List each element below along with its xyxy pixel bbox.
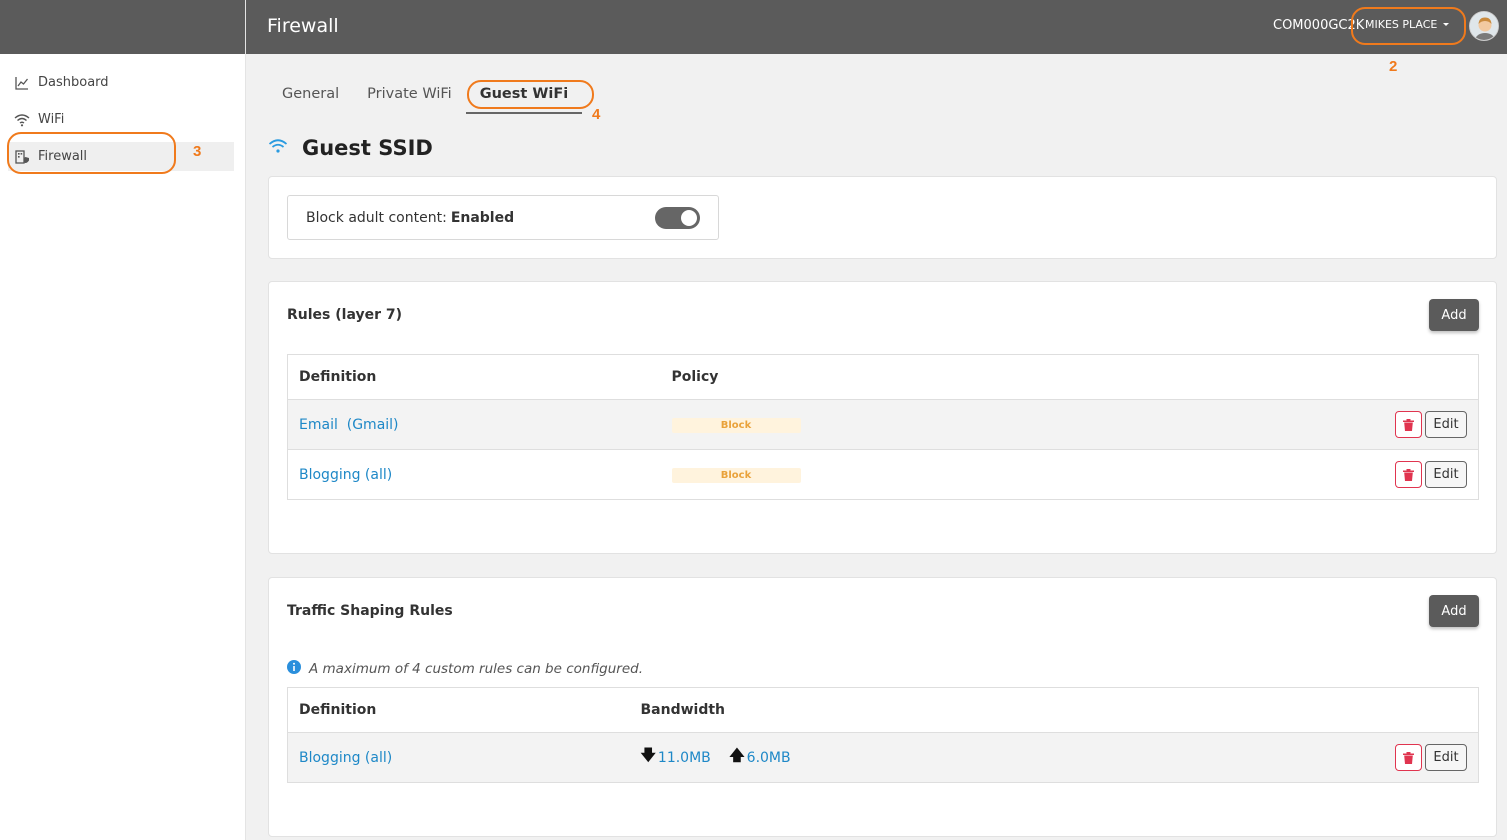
org-code: COM000GC2K	[1273, 18, 1365, 33]
table-row: Email (Gmail) Block Edit	[287, 399, 1479, 450]
user-avatar-icon	[1470, 12, 1498, 40]
account-dropdown[interactable]: MIKES PLACE	[1365, 18, 1450, 31]
table-row: Blogging (all) 🡇 11.0MB 🡅 6.0MB Edit	[287, 732, 1479, 783]
annotation-number: 3	[193, 143, 202, 160]
sidebar-item-dashboard[interactable]: Dashboard	[8, 68, 234, 97]
add-l7-rule-button[interactable]: Add	[1429, 299, 1479, 331]
delete-rule-button[interactable]	[1395, 461, 1422, 488]
delete-rule-button[interactable]	[1395, 411, 1422, 438]
top-header: Firewall COM000GC2K MIKES PLACE	[246, 0, 1507, 54]
row-actions: Edit	[1148, 449, 1479, 500]
sidebar-header	[0, 0, 245, 54]
bandwidth-up-value: 6.0MB	[746, 749, 791, 766]
table-header-row: Definition Bandwidth	[287, 687, 1479, 733]
section-title: Guest SSID	[302, 136, 433, 160]
traffic-shaping-title: Traffic Shaping Rules	[287, 603, 453, 619]
policy-cell: Block	[660, 399, 1149, 450]
bandwidth-down-value: 11.0MB	[657, 749, 711, 766]
adult-content-card: Block adult content: Enabled	[268, 176, 1497, 259]
edit-rule-button[interactable]: Edit	[1425, 411, 1467, 438]
trash-icon	[1403, 468, 1414, 481]
delete-rule-button[interactable]	[1395, 744, 1422, 771]
policy-badge: Block	[671, 418, 801, 433]
section-header: Guest SSID	[268, 136, 433, 160]
traffic-shaping-card: Traffic Shaping Rules Add A maximum of 4…	[268, 577, 1497, 837]
bandwidth-up: 🡅 6.0MB	[729, 745, 790, 770]
tab-bar: General Private WiFi Guest WiFi	[268, 80, 583, 114]
rule-definition-link[interactable]: Blogging (all)	[299, 467, 392, 483]
tab-private-wifi[interactable]: Private WiFi	[353, 80, 466, 108]
adult-content-label: Block adult content:	[306, 209, 447, 226]
sidebar-item-label: Firewall	[38, 149, 88, 164]
trash-icon	[1403, 418, 1414, 431]
info-text: A maximum of 4 custom rules can be confi…	[309, 661, 644, 677]
traffic-shaping-table: Definition Bandwidth Blogging (all) 🡇 11…	[287, 687, 1479, 783]
arrow-down-icon: 🡇	[640, 746, 656, 764]
column-header-policy: Policy	[660, 354, 1149, 400]
edit-rule-button[interactable]: Edit	[1425, 461, 1467, 488]
arrow-up-icon: 🡅	[729, 746, 745, 764]
policy-cell: Block	[660, 449, 1149, 500]
rule-definition-link[interactable]: Blogging (all)	[299, 750, 392, 766]
bandwidth-down: 🡇 11.0MB	[641, 745, 711, 770]
column-header-definition: Definition	[287, 687, 630, 733]
adult-content-setting: Block adult content: Enabled	[287, 195, 719, 240]
trash-icon	[1403, 751, 1414, 764]
definition-cell: Blogging (all)	[287, 449, 661, 500]
column-header-actions	[1164, 687, 1479, 733]
toggle-knob	[681, 210, 697, 226]
wifi-icon	[268, 138, 288, 159]
account-name: MIKES PLACE	[1365, 18, 1438, 31]
avatar[interactable]	[1469, 11, 1499, 41]
l7-rules-title: Rules (layer 7)	[287, 307, 403, 323]
definition-cell: Blogging (all)	[287, 732, 630, 783]
chart-line-icon	[14, 75, 30, 91]
sidebar-item-wifi[interactable]: WiFi	[8, 105, 234, 134]
adult-content-toggle[interactable]	[655, 207, 700, 229]
column-header-definition: Definition	[287, 354, 661, 400]
definition-cell: Email (Gmail)	[287, 399, 661, 450]
l7-rules-table: Definition Policy Email (Gmail) Block Ed…	[287, 354, 1479, 500]
wifi-icon	[14, 112, 30, 128]
l7-rules-card: Rules (layer 7) Add Definition Policy Em…	[268, 281, 1497, 554]
tab-guest-wifi[interactable]: Guest WiFi	[465, 80, 583, 114]
column-header-actions	[1148, 354, 1479, 400]
add-traffic-rule-button[interactable]: Add	[1429, 595, 1479, 627]
sidebar-item-label: Dashboard	[38, 75, 109, 90]
column-header-bandwidth: Bandwidth	[629, 687, 1165, 733]
annotation-number: 4	[592, 106, 601, 123]
tab-general[interactable]: General	[268, 80, 353, 108]
row-actions: Edit	[1164, 732, 1479, 783]
edit-rule-button[interactable]: Edit	[1425, 744, 1467, 771]
sidebar-item-label: WiFi	[38, 112, 65, 127]
adult-content-status: Enabled	[450, 209, 515, 226]
row-actions: Edit	[1148, 399, 1479, 450]
rule-definition-link[interactable]: Email (Gmail)	[299, 417, 399, 433]
bandwidth-cell: 🡇 11.0MB 🡅 6.0MB	[629, 732, 1165, 783]
sidebar-nav: Dashboard WiFi Firewall	[0, 54, 245, 171]
policy-badge: Block	[671, 468, 801, 483]
caret-down-icon	[1443, 23, 1450, 26]
firewall-icon	[14, 149, 30, 165]
sidebar: Dashboard WiFi Firewall	[0, 0, 246, 840]
info-note: A maximum of 4 custom rules can be confi…	[287, 660, 643, 678]
page-title: Firewall	[267, 15, 339, 37]
table-header-row: Definition Policy	[287, 354, 1479, 400]
table-row: Blogging (all) Block Edit	[287, 449, 1479, 500]
info-icon	[287, 660, 301, 678]
annotation-number: 2	[1389, 58, 1398, 75]
